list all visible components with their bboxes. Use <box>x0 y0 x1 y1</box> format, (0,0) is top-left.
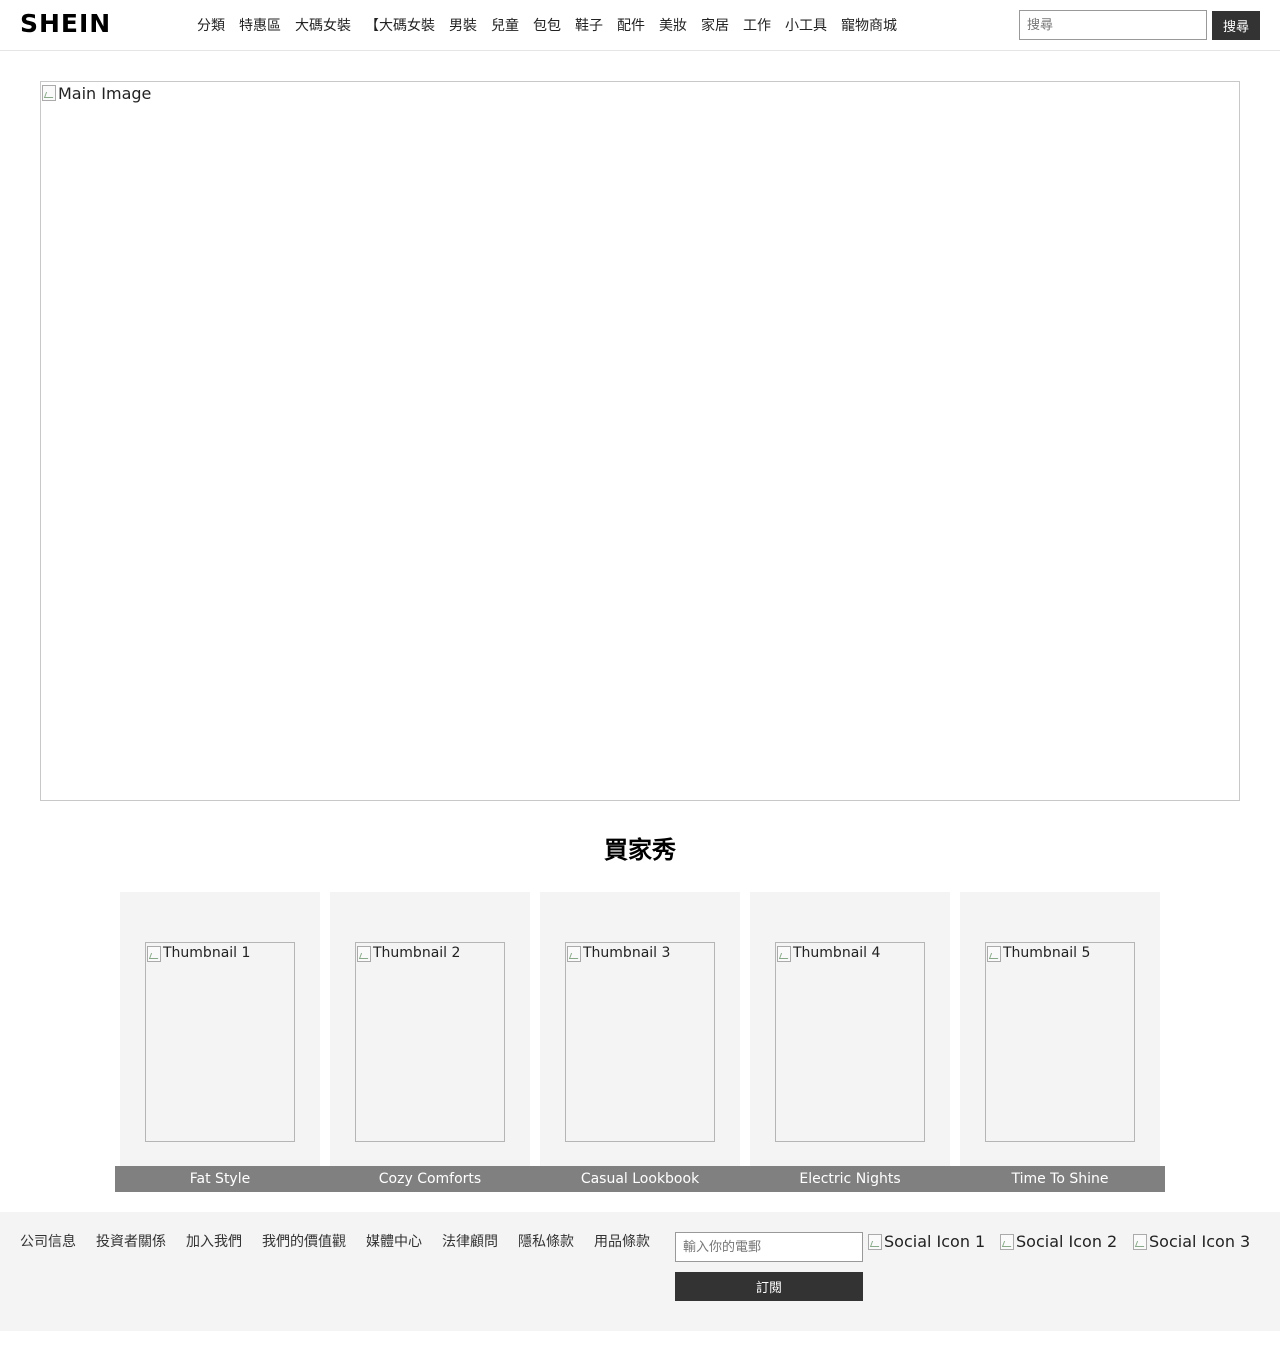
search-button[interactable]: 搜尋 <box>1212 11 1260 40</box>
nav-item-shoes[interactable]: 鞋子 <box>568 15 610 37</box>
footer-link-legal[interactable]: 法律顧問 <box>442 1232 498 1252</box>
thumbnail[interactable]: Thumbnail 3 <box>565 942 715 1142</box>
nav-item-work[interactable]: 工作 <box>736 15 778 37</box>
footer-link-media-center[interactable]: 媒體中心 <box>366 1232 422 1252</box>
card-caption: Electric Nights <box>799 1171 901 1187</box>
nav-item-plus-size-alt[interactable]: 【大碼女裝 <box>358 15 442 37</box>
nav-item-men[interactable]: 男裝 <box>442 15 484 37</box>
logo[interactable]: SHEIN <box>20 9 111 38</box>
broken-image-icon <box>42 85 56 101</box>
social-icon-2[interactable]: Social Icon 2 <box>1000 1232 1117 1251</box>
site-footer: 公司信息 投資者關係 加入我們 我們的價值觀 媒體中心 法律顧問 隱私條款 用品… <box>0 1212 1280 1331</box>
thumbnail-alt: Thumbnail 3 <box>583 945 671 961</box>
nav-item-kids[interactable]: 兒童 <box>484 15 526 37</box>
social-icon-alt: Social Icon 3 <box>1149 1232 1251 1251</box>
showcase-card-3[interactable]: Thumbnail 3 <box>540 892 740 1192</box>
site-header: SHEIN 分類 特惠區 大碼女裝 【大碼女裝 男裝 兒童 包包 鞋子 配件 美… <box>0 0 1280 51</box>
thumbnail-placeholder: Thumbnail 3 <box>567 944 670 962</box>
nav-item-pet-store[interactable]: 寵物商城 <box>834 15 904 37</box>
broken-image-icon <box>357 946 371 962</box>
card-caption: Time To Shine <box>1011 1171 1109 1187</box>
thumbnail[interactable]: Thumbnail 4 <box>775 942 925 1142</box>
social-icon-alt: Social Icon 1 <box>884 1232 986 1251</box>
thumbnail-placeholder: Thumbnail 4 <box>777 944 880 962</box>
thumbnail[interactable]: Thumbnail 5 <box>985 942 1135 1142</box>
broken-image-icon <box>1133 1234 1147 1250</box>
thumbnail-alt: Thumbnail 5 <box>1003 945 1091 961</box>
card-caption: Cozy Comforts <box>378 1171 482 1187</box>
nav-item-bags[interactable]: 包包 <box>526 15 568 37</box>
nav-item-gadgets[interactable]: 小工具 <box>778 15 834 37</box>
broken-image-icon <box>987 946 1001 962</box>
showcase-card-5[interactable]: Thumbnail 5 <box>960 892 1160 1192</box>
thumbnail-placeholder: Thumbnail 1 <box>147 944 250 962</box>
social-icon-alt: Social Icon 2 <box>1016 1232 1118 1251</box>
subscribe-button[interactable]: 訂閱 <box>675 1272 863 1301</box>
footer-link-terms[interactable]: 用品條款 <box>594 1232 650 1252</box>
email-field[interactable] <box>675 1232 863 1262</box>
thumbnail-alt: Thumbnail 4 <box>793 945 881 961</box>
footer-link-investor-relations[interactable]: 投資者關係 <box>96 1232 166 1252</box>
thumbnail-placeholder: Thumbnail 5 <box>987 944 1090 962</box>
thumbnail-placeholder: Thumbnail 2 <box>357 944 460 962</box>
showcase-card-2[interactable]: Thumbnail 2 <box>330 892 530 1192</box>
showcase-card-4[interactable]: Thumbnail 4 <box>750 892 950 1192</box>
main-image-alt: Main Image <box>58 84 152 103</box>
section-title: 買家秀 <box>604 836 676 864</box>
nav-item-home[interactable]: 家居 <box>694 15 736 37</box>
footer-link-company-info[interactable]: 公司信息 <box>20 1232 76 1252</box>
nav-item-plus-size[interactable]: 大碼女裝 <box>288 15 358 37</box>
nav-item-beauty[interactable]: 美妝 <box>652 15 694 37</box>
card-caption: Casual Lookbook <box>580 1171 700 1187</box>
social-icon-1[interactable]: Social Icon 1 <box>868 1232 985 1251</box>
footer-link-privacy[interactable]: 隱私條款 <box>518 1232 574 1252</box>
broken-image-icon <box>1000 1234 1014 1250</box>
main-image: Main Image <box>40 81 1240 801</box>
thumbnail-alt: Thumbnail 1 <box>163 945 251 961</box>
nav-item-categories[interactable]: 分類 <box>190 15 232 37</box>
footer-link-values[interactable]: 我們的價值觀 <box>262 1232 346 1252</box>
thumbnail[interactable]: Thumbnail 2 <box>355 942 505 1142</box>
thumbnail[interactable]: Thumbnail 1 <box>145 942 295 1142</box>
broken-image-icon <box>868 1234 882 1250</box>
broken-image-icon <box>567 946 581 962</box>
card-caption: Fat Style <box>189 1171 251 1187</box>
thumbnail-alt: Thumbnail 2 <box>373 945 461 961</box>
showcase-gallery: Thumbnail 1 Thumbnail 2 Thumbnail 3 Thum… <box>120 892 1160 1192</box>
search-input[interactable] <box>1019 10 1207 40</box>
showcase-card-1[interactable]: Thumbnail 1 <box>120 892 320 1192</box>
footer-link-careers[interactable]: 加入我們 <box>186 1232 242 1252</box>
nav-item-sale[interactable]: 特惠區 <box>232 15 288 37</box>
main-nav: 分類 特惠區 大碼女裝 【大碼女裝 男裝 兒童 包包 鞋子 配件 美妝 家居 工… <box>190 15 904 37</box>
broken-image-icon <box>777 946 791 962</box>
main-image-placeholder: Main Image <box>42 83 151 103</box>
social-icon-3[interactable]: Social Icon 3 <box>1133 1232 1250 1251</box>
nav-item-accessories[interactable]: 配件 <box>610 15 652 37</box>
footer-links: 公司信息 投資者關係 加入我們 我們的價值觀 媒體中心 法律顧問 隱私條款 用品… <box>20 1232 650 1252</box>
broken-image-icon <box>147 946 161 962</box>
